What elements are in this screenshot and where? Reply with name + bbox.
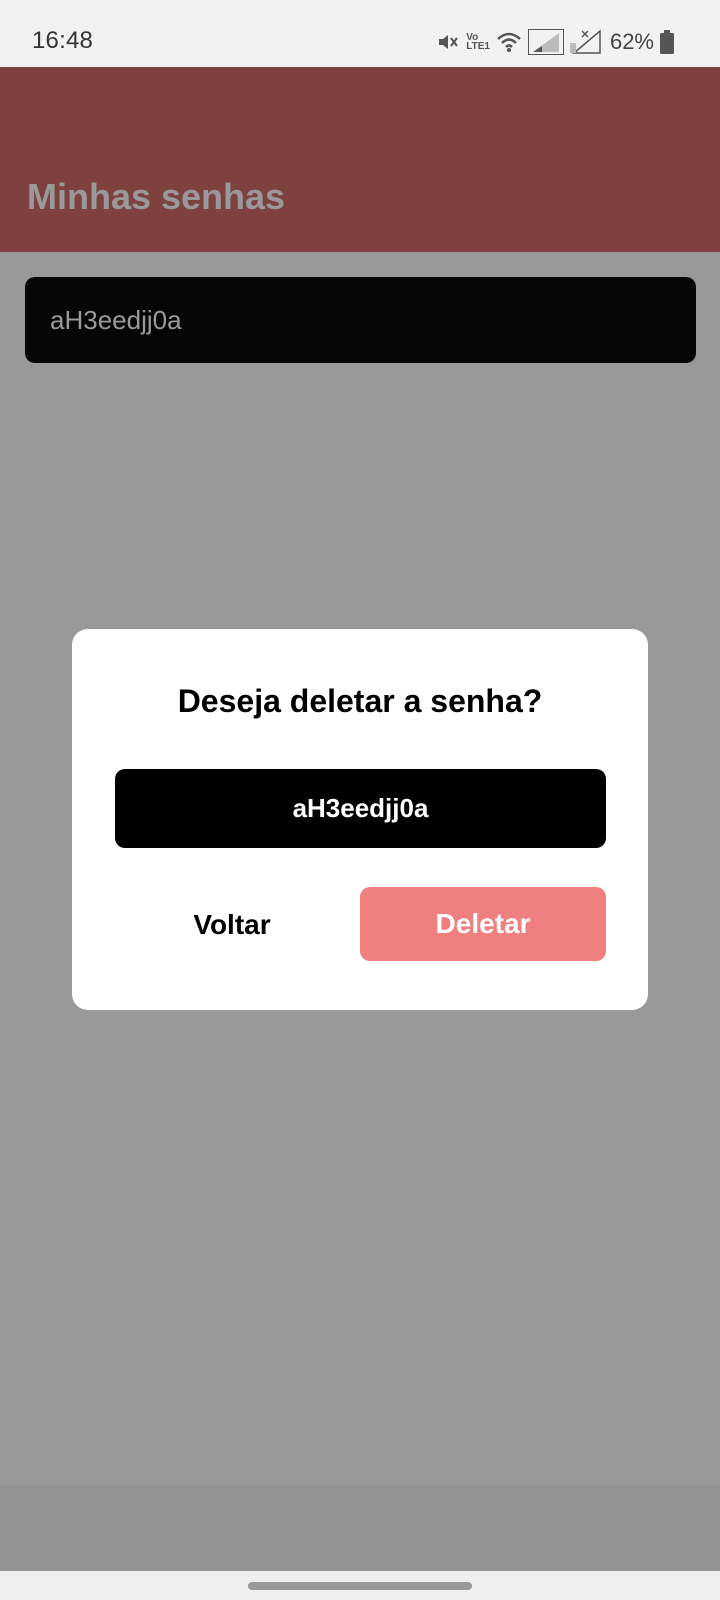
dialog-password-value: aH3eedjj0a [115, 769, 606, 848]
delete-button[interactable]: Deletar [360, 887, 606, 961]
wifi-icon [496, 31, 522, 53]
battery-icon [660, 30, 674, 54]
volte-label-bottom: LTE1 [466, 41, 490, 52]
signal-1-icon [527, 29, 564, 55]
mute-icon [436, 30, 460, 54]
status-icons: Vo LTE1 62% [436, 27, 674, 57]
dialog-title: Deseja deletar a senha? [177, 683, 543, 719]
battery-percent: 62% [609, 29, 654, 54]
signal-2-no-service-icon [569, 29, 602, 55]
volte-icon: Vo LTE1 [466, 33, 490, 52]
back-button[interactable]: Voltar [115, 887, 349, 962]
status-time: 16:48 [32, 27, 94, 54]
status-bar: 16:48 Vo LTE1 62% [0, 0, 720, 67]
home-indicator[interactable] [248, 1582, 472, 1590]
delete-confirm-dialog: Deseja deletar a senha? aH3eedjj0a Volta… [72, 629, 648, 1010]
